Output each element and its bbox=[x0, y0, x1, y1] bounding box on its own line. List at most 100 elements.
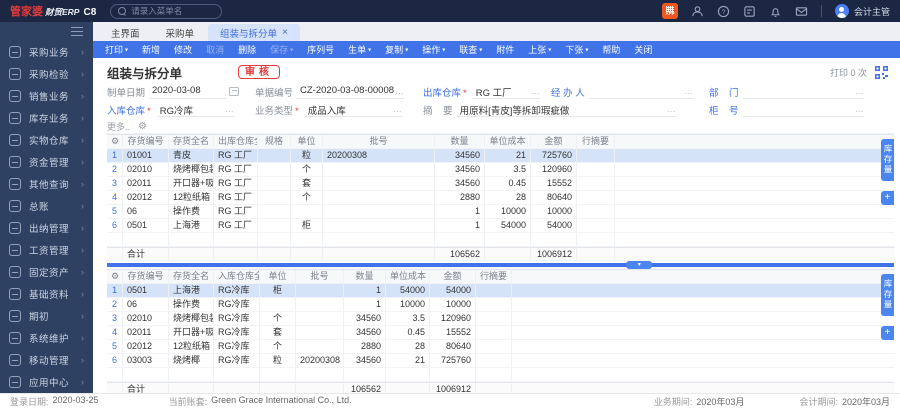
cell[interactable]: 54000 bbox=[531, 219, 577, 232]
sidebar-collapse-icon[interactable] bbox=[71, 27, 83, 36]
toolbar-button-4[interactable]: 删除 bbox=[238, 43, 256, 56]
cell[interactable]: 开口器+吸管 bbox=[169, 326, 214, 339]
cell[interactable] bbox=[296, 326, 344, 339]
cell[interactable] bbox=[577, 177, 615, 190]
cell[interactable]: 上海港 bbox=[169, 284, 214, 297]
lookup-button[interactable]: … bbox=[683, 85, 693, 99]
cell[interactable]: 0501 bbox=[123, 284, 169, 297]
table-row[interactable]: 1 01001 青皮 RG 工厂 粒 20200308 34560 21 725760 bbox=[107, 149, 894, 163]
cell[interactable] bbox=[577, 149, 615, 162]
grid-splitter[interactable]: ▼ bbox=[107, 261, 894, 269]
cell[interactable] bbox=[258, 149, 291, 162]
global-search-input[interactable]: 请录入菜单名 bbox=[110, 3, 223, 19]
cell[interactable]: 1 bbox=[435, 205, 485, 218]
row-number[interactable]: 4 bbox=[107, 191, 123, 204]
close-tab-icon[interactable]: × bbox=[282, 27, 288, 38]
cell[interactable] bbox=[296, 340, 344, 353]
cell[interactable]: 20200308 bbox=[296, 354, 344, 367]
table-row[interactable]: 5 02012 12粒纸箱 RG冷库个 2880 28 80640 bbox=[107, 340, 894, 354]
lookup-button[interactable]: … bbox=[854, 85, 864, 99]
field-label[interactable]: 入库仓库 bbox=[107, 103, 153, 117]
cell[interactable] bbox=[344, 368, 386, 381]
empty-row[interactable] bbox=[107, 368, 894, 382]
handler-input[interactable] bbox=[588, 85, 684, 99]
stock-panel-tab[interactable]: 库存量 bbox=[881, 274, 894, 316]
cell[interactable]: 烧烤椰包装袋 bbox=[169, 312, 214, 325]
cell[interactable]: 34560 bbox=[344, 312, 386, 325]
row-number[interactable]: 2 bbox=[107, 163, 123, 176]
cell[interactable] bbox=[476, 284, 512, 297]
cell[interactable] bbox=[291, 233, 323, 246]
cell[interactable]: 54000 bbox=[430, 284, 476, 297]
doc-date-input[interactable]: 2020-03-08 bbox=[149, 85, 228, 99]
sidebar-item-0[interactable]: 采购业务 › bbox=[0, 41, 93, 63]
cell[interactable]: 粒 bbox=[260, 354, 296, 367]
cell[interactable]: RG 工厂 bbox=[214, 177, 258, 190]
lookup-button[interactable]: … bbox=[392, 103, 402, 117]
cell[interactable] bbox=[323, 205, 435, 218]
toolbar-button-2[interactable]: 修改 bbox=[174, 43, 192, 56]
cell[interactable]: 操作费 bbox=[169, 298, 214, 311]
lookup-button[interactable]: … bbox=[854, 103, 864, 117]
sidebar-item-5[interactable]: 资金管理 › bbox=[0, 151, 93, 173]
cell[interactable]: RG 工厂 bbox=[214, 163, 258, 176]
cell[interactable]: 725760 bbox=[430, 354, 476, 367]
cell[interactable]: 725760 bbox=[531, 149, 577, 162]
cell[interactable] bbox=[476, 326, 512, 339]
field-label[interactable]: 部 门 bbox=[709, 85, 739, 99]
biz-type-input[interactable]: 成品入库 bbox=[304, 103, 393, 117]
col-header-5[interactable]: 批号 bbox=[323, 135, 435, 148]
cell[interactable] bbox=[258, 219, 291, 232]
sidebar-item-15[interactable]: 应用中心 › bbox=[0, 371, 93, 393]
col-header-9[interactable]: 行摘要 bbox=[577, 135, 615, 148]
table-row[interactable]: 402011开口器+吸管RG冷库套 345600.4515552 bbox=[107, 326, 894, 340]
cell[interactable] bbox=[258, 177, 291, 190]
cell[interactable]: RG冷库 bbox=[214, 354, 260, 367]
sidebar-item-1[interactable]: 采购检验 › bbox=[0, 63, 93, 85]
cell[interactable] bbox=[291, 205, 323, 218]
cell[interactable] bbox=[169, 368, 214, 381]
toolbar-button-6[interactable]: 序列号 bbox=[307, 43, 334, 56]
cell[interactable] bbox=[258, 233, 291, 246]
cell[interactable] bbox=[107, 368, 123, 381]
cell[interactable]: 02012 bbox=[123, 340, 169, 353]
sidebar-item-6[interactable]: 其他查询 › bbox=[0, 173, 93, 195]
row-number[interactable]: 6 bbox=[107, 219, 123, 232]
cell[interactable]: 青皮 bbox=[169, 149, 214, 162]
cell[interactable]: 个 bbox=[291, 191, 323, 204]
help-icon[interactable]: ? bbox=[717, 5, 730, 18]
cell[interactable]: 34560 bbox=[344, 354, 386, 367]
cell[interactable] bbox=[476, 312, 512, 325]
col-header-0[interactable]: 存货编号 bbox=[123, 135, 169, 148]
lookup-button[interactable]: … bbox=[224, 103, 234, 117]
cell[interactable] bbox=[476, 340, 512, 353]
table-row[interactable]: 5 06 操作费 RG 工厂 1 10000 10000 bbox=[107, 205, 894, 219]
cell[interactable]: 10000 bbox=[386, 298, 430, 311]
col-header-7[interactable]: 单位成本 bbox=[485, 135, 531, 148]
cell[interactable] bbox=[577, 233, 615, 246]
toolbar-button-9[interactable]: 操作 ▾ bbox=[422, 43, 445, 56]
col-header-0[interactable]: 存货编号 bbox=[123, 270, 169, 283]
cell[interactable] bbox=[296, 284, 344, 297]
cell[interactable] bbox=[386, 368, 430, 381]
cell[interactable]: 套 bbox=[260, 326, 296, 339]
cell[interactable]: 套 bbox=[291, 177, 323, 190]
col-header-8[interactable]: 行摘要 bbox=[476, 270, 512, 283]
cell[interactable]: 操作费 bbox=[169, 205, 214, 218]
cell[interactable]: RG 工厂 bbox=[214, 149, 258, 162]
lookup-button[interactable]: … bbox=[395, 85, 405, 99]
toolbar-button-10[interactable]: 联查 ▾ bbox=[459, 43, 482, 56]
cell[interactable]: 柜 bbox=[291, 219, 323, 232]
cell[interactable] bbox=[430, 368, 476, 381]
qrcode-icon[interactable] bbox=[875, 65, 888, 79]
cell[interactable]: 0.45 bbox=[386, 326, 430, 339]
sidebar-item-12[interactable]: 期初 › bbox=[0, 305, 93, 327]
cell[interactable]: 20200308 bbox=[323, 149, 435, 162]
cell[interactable]: 12粒纸箱 bbox=[169, 191, 214, 204]
cell[interactable]: 80640 bbox=[430, 340, 476, 353]
cell[interactable]: 02011 bbox=[123, 177, 169, 190]
out-warehouse-input[interactable]: RG 工厂 bbox=[472, 85, 531, 99]
cell[interactable] bbox=[260, 298, 296, 311]
table-row[interactable]: 202010烧烤椰包装袋RG 工厂 个 345603.5120960 bbox=[107, 163, 894, 177]
col-header-4[interactable]: 单位 bbox=[291, 135, 323, 148]
